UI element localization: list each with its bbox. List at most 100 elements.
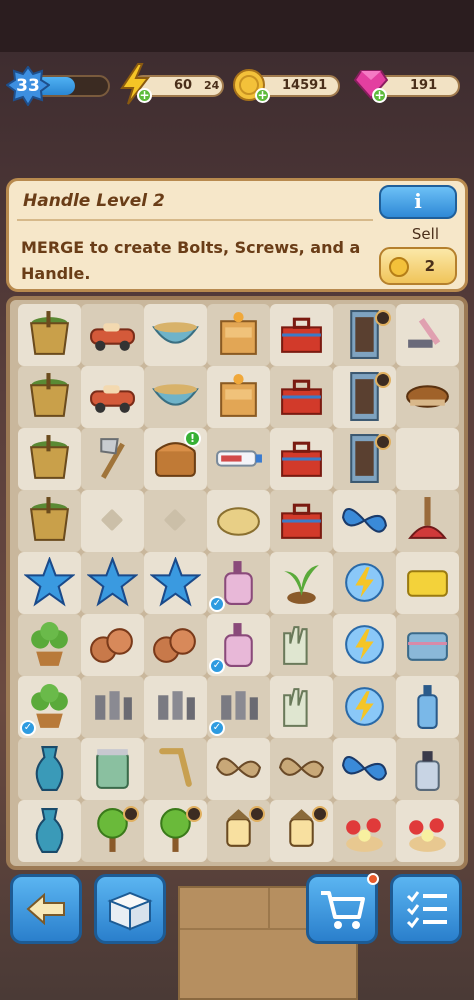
board-cell[interactable]: ✓: [18, 676, 81, 738]
board-cell[interactable]: [333, 366, 396, 428]
board-cell[interactable]: [81, 428, 144, 490]
axe-icon[interactable]: [87, 433, 138, 484]
board-cell[interactable]: [207, 428, 270, 490]
perfume-icon[interactable]: [402, 743, 453, 794]
potted-plant-icon[interactable]: [24, 619, 75, 670]
board-cell[interactable]: [207, 304, 270, 366]
sponge-icon[interactable]: [402, 557, 453, 608]
board-cell[interactable]: [333, 428, 396, 490]
add-energy-button[interactable]: +: [137, 88, 152, 103]
board-cell[interactable]: [144, 676, 207, 738]
board-cell[interactable]: [18, 428, 81, 490]
board-cell[interactable]: ✓: [207, 552, 270, 614]
board-cell[interactable]: [144, 366, 207, 428]
board-cell[interactable]: [81, 738, 144, 800]
energy-orb-icon[interactable]: [339, 681, 390, 732]
bowl-icon[interactable]: [150, 309, 201, 360]
board-cell[interactable]: [144, 800, 207, 862]
board-cell[interactable]: [270, 490, 333, 552]
board-cell[interactable]: [396, 490, 459, 552]
flowers-icon[interactable]: [339, 805, 390, 856]
handle-icon[interactable]: [150, 743, 201, 794]
toolbox-icon[interactable]: [276, 309, 327, 360]
nightstand-icon[interactable]: [213, 371, 264, 422]
add-gems-button[interactable]: +: [372, 88, 387, 103]
board-cell[interactable]: [18, 614, 81, 676]
board-cell[interactable]: [333, 800, 396, 862]
toolbox-icon[interactable]: [276, 495, 327, 546]
board-cell[interactable]: [333, 552, 396, 614]
plunger-icon[interactable]: [402, 495, 453, 546]
toolbox-icon[interactable]: [276, 433, 327, 484]
inventory-button[interactable]: [94, 874, 166, 944]
board-cell[interactable]: [18, 490, 81, 552]
board-cell[interactable]: !: [144, 428, 207, 490]
board-cell[interactable]: [270, 800, 333, 862]
board-cell[interactable]: [270, 304, 333, 366]
gloves-icon[interactable]: [276, 619, 327, 670]
board-cell[interactable]: [396, 428, 459, 490]
board-cell[interactable]: [396, 366, 459, 428]
back-button[interactable]: [10, 874, 82, 944]
sell-button[interactable]: 2: [379, 247, 457, 285]
board-cell[interactable]: [81, 366, 144, 428]
board-cell[interactable]: [333, 738, 396, 800]
gloves-icon[interactable]: [276, 681, 327, 732]
board-cell[interactable]: [270, 552, 333, 614]
board-cell[interactable]: [81, 800, 144, 862]
star-icon[interactable]: [87, 557, 138, 608]
coins-icon[interactable]: [150, 619, 201, 670]
flowers-icon[interactable]: [402, 805, 453, 856]
board-cell[interactable]: [18, 366, 81, 428]
board-cell[interactable]: ✓: [207, 614, 270, 676]
info-button[interactable]: i: [379, 185, 457, 219]
board-cell[interactable]: [396, 738, 459, 800]
squeegee-icon[interactable]: [402, 309, 453, 360]
sprout-icon[interactable]: [276, 557, 327, 608]
moth-icon[interactable]: [213, 743, 264, 794]
board-cell[interactable]: [207, 366, 270, 428]
level-badge[interactable]: 33: [6, 66, 50, 106]
energy-orb-icon[interactable]: [339, 619, 390, 670]
board-cell[interactable]: [144, 614, 207, 676]
screws-icon[interactable]: [150, 681, 201, 732]
board-cell[interactable]: [144, 738, 207, 800]
star-icon[interactable]: [24, 557, 75, 608]
board-cell[interactable]: [81, 614, 144, 676]
board-cell[interactable]: [396, 676, 459, 738]
tasks-button[interactable]: [390, 874, 462, 944]
board-cell[interactable]: [144, 552, 207, 614]
bucket-icon[interactable]: [24, 495, 75, 546]
board-cell[interactable]: [81, 552, 144, 614]
shop-button[interactable]: [306, 873, 379, 944]
board-cell[interactable]: [207, 800, 270, 862]
board-cell[interactable]: [333, 676, 396, 738]
board-cell[interactable]: [396, 614, 459, 676]
bucket-icon[interactable]: [24, 371, 75, 422]
butterfly-icon[interactable]: [339, 743, 390, 794]
moth-icon[interactable]: [276, 743, 327, 794]
butterfly-icon[interactable]: [339, 495, 390, 546]
jar-icon[interactable]: [87, 743, 138, 794]
toy-car-icon[interactable]: [87, 371, 138, 422]
toolbox-icon[interactable]: [276, 371, 327, 422]
board-cell[interactable]: [144, 304, 207, 366]
board-cell[interactable]: [396, 800, 459, 862]
board-cell[interactable]: [18, 800, 81, 862]
board-cell[interactable]: [270, 676, 333, 738]
bucket-icon[interactable]: [24, 433, 75, 484]
vase-icon[interactable]: [24, 743, 75, 794]
board-cell[interactable]: [333, 490, 396, 552]
board-cell[interactable]: [18, 304, 81, 366]
towel-icon[interactable]: [402, 619, 453, 670]
star-icon[interactable]: [150, 557, 201, 608]
brush-icon[interactable]: [402, 371, 453, 422]
screws-icon[interactable]: [87, 681, 138, 732]
vase-icon[interactable]: [24, 805, 75, 856]
board-cell[interactable]: [270, 428, 333, 490]
board-cell[interactable]: [81, 304, 144, 366]
board-cell[interactable]: [333, 304, 396, 366]
board-cell[interactable]: [270, 614, 333, 676]
nightstand-icon[interactable]: [213, 309, 264, 360]
board-cell[interactable]: [270, 738, 333, 800]
